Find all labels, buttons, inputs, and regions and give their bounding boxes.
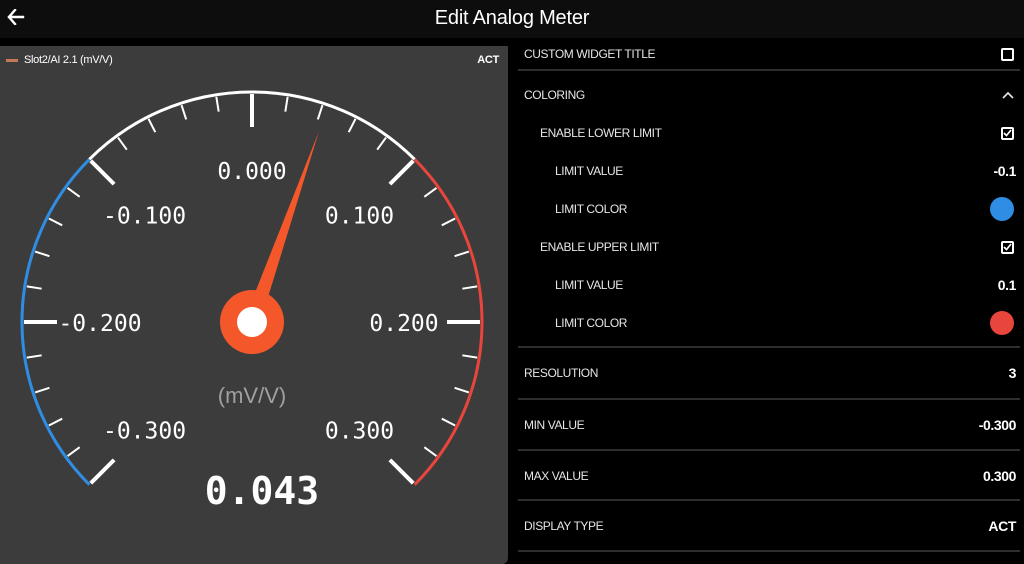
max-value-row[interactable]: MAX VALUE 0.300	[518, 451, 1020, 501]
minor-tick	[66, 446, 81, 457]
coloring-section-header[interactable]: COLORING	[518, 76, 1020, 114]
display-type-value[interactable]: ACT	[988, 518, 1016, 534]
minor-tick	[441, 217, 456, 227]
lower-limit-color-row[interactable]: LIMIT COLOR	[518, 190, 1020, 228]
max-value-label: MAX VALUE	[524, 469, 589, 483]
minor-tick	[34, 250, 50, 258]
needle-hub-center	[237, 307, 267, 337]
custom-widget-title-row[interactable]: CUSTOM WIDGET TITLE	[518, 38, 1020, 70]
enable-upper-limit-row[interactable]: ENABLE UPPER LIMIT	[518, 228, 1020, 266]
minor-tick	[147, 118, 157, 133]
lower-limit-value[interactable]: -0.1	[993, 163, 1016, 179]
upper-limit-color-label: LIMIT COLOR	[555, 316, 628, 330]
resolution-row[interactable]: RESOLUTION 3	[518, 348, 1020, 398]
major-tick	[89, 159, 116, 186]
minor-tick	[423, 446, 438, 457]
minor-tick	[462, 285, 478, 290]
tick-label: 0.000	[217, 159, 286, 185]
minor-tick	[117, 136, 128, 151]
minor-tick	[34, 386, 50, 394]
max-value[interactable]: 0.300	[983, 468, 1016, 484]
divider	[518, 550, 1020, 552]
tick-label: 0.100	[325, 204, 394, 230]
major-tick	[388, 458, 415, 485]
tick-label: -0.200	[58, 311, 141, 337]
minor-tick	[441, 417, 456, 427]
minor-tick	[48, 417, 63, 427]
min-value-row[interactable]: MIN VALUE -0.300	[518, 400, 1020, 450]
major-tick	[89, 458, 116, 485]
minor-tick	[454, 386, 470, 394]
custom-widget-title-checkbox[interactable]	[1001, 47, 1014, 61]
settings-panel: CUSTOM WIDGET TITLE COLORING ENABLE LOWE…	[518, 38, 1024, 564]
gauge-value-readout: 0.043	[205, 469, 319, 513]
minor-tick	[66, 187, 81, 198]
lower-limit-value-label: LIMIT VALUE	[555, 164, 623, 178]
minor-tick	[347, 118, 357, 133]
major-tick	[388, 159, 415, 186]
minor-tick	[462, 354, 478, 359]
display-type-label: DISPLAY TYPE	[524, 519, 604, 533]
custom-widget-title-label: CUSTOM WIDGET TITLE	[524, 47, 656, 61]
checkmark-icon	[1003, 243, 1012, 251]
minor-tick	[423, 187, 438, 198]
lower-limit-color-swatch[interactable]	[990, 197, 1014, 221]
minor-tick	[180, 104, 188, 120]
lower-limit-value-row[interactable]: LIMIT VALUE -0.1	[518, 152, 1020, 190]
enable-upper-limit-label: ENABLE UPPER LIMIT	[540, 240, 659, 254]
upper-limit-value-row[interactable]: LIMIT VALUE 0.1	[518, 266, 1020, 304]
upper-limit-color-row[interactable]: LIMIT COLOR	[518, 304, 1020, 342]
tick-label: -0.100	[103, 204, 186, 230]
upper-limit-value[interactable]: 0.1	[998, 277, 1017, 293]
display-type-row[interactable]: DISPLAY TYPE ACT	[518, 501, 1020, 551]
enable-lower-limit-row[interactable]: ENABLE LOWER LIMIT	[518, 114, 1020, 152]
lower-limit-color-label: LIMIT COLOR	[555, 202, 628, 216]
tick-label: -0.300	[103, 418, 186, 444]
minor-tick	[26, 354, 42, 359]
divider	[518, 69, 1020, 71]
resolution-label: RESOLUTION	[524, 366, 599, 380]
checkmark-icon	[1003, 129, 1012, 137]
upper-limit-color-swatch[interactable]	[990, 311, 1014, 335]
tick-label: 0.300	[325, 418, 394, 444]
enable-upper-limit-checkbox[interactable]	[1001, 240, 1014, 254]
minor-tick	[316, 104, 324, 120]
enable-lower-limit-label: ENABLE LOWER LIMIT	[540, 126, 662, 140]
gauge-unit: (mV/V)	[218, 383, 286, 408]
minor-tick	[215, 96, 220, 112]
minor-tick	[454, 250, 470, 258]
coloring-label: COLORING	[524, 88, 585, 102]
resolution-value[interactable]: 3	[1009, 365, 1017, 381]
upper-limit-value-label: LIMIT VALUE	[555, 278, 623, 292]
enable-lower-limit-checkbox[interactable]	[1001, 126, 1014, 140]
page-title: Edit Analog Meter	[434, 7, 590, 29]
app-bar: Edit Analog Meter	[0, 0, 1024, 38]
analog-meter-widget: Slot2/AI 2.1 (mV/V) ACT -0.300 -0.200 -0.1…	[0, 46, 508, 564]
minor-tick	[284, 96, 289, 112]
tick-label: 0.200	[369, 311, 438, 337]
chevron-up-icon	[1002, 91, 1014, 99]
min-value-label: MIN VALUE	[524, 418, 585, 432]
gauge: -0.300 -0.200 -0.100 0.000 0.100 0.200 0.300 (…	[20, 90, 484, 513]
minor-tick	[26, 285, 42, 290]
min-value[interactable]: -0.300	[979, 417, 1017, 433]
minor-tick	[376, 136, 387, 151]
minor-tick	[48, 217, 63, 227]
